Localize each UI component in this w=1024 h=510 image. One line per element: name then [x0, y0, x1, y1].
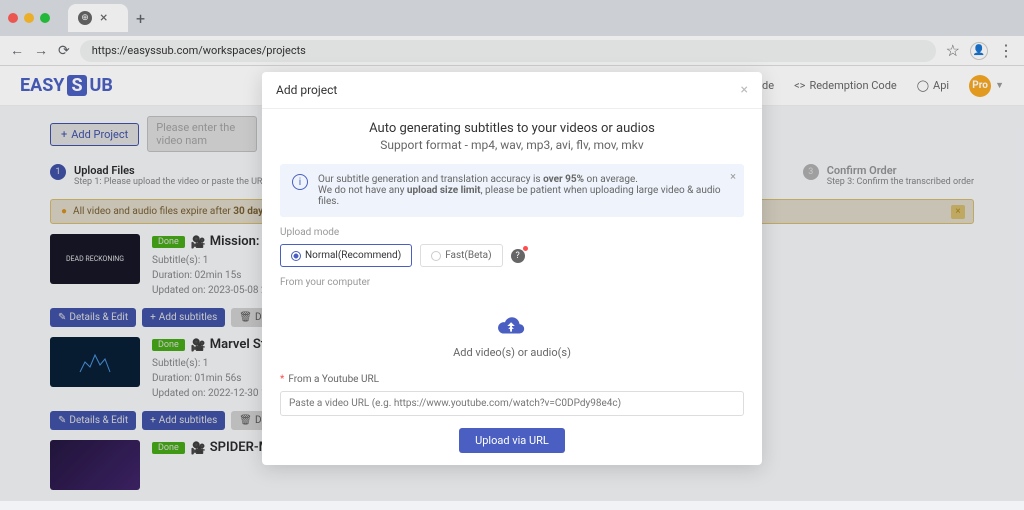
info-close-button[interactable]: ×	[730, 170, 736, 183]
help-icon[interactable]: ?	[511, 249, 525, 263]
radio-icon	[431, 251, 441, 261]
from-computer-label: From your computer	[280, 277, 744, 288]
info-icon: i	[292, 174, 308, 190]
youtube-url-input[interactable]	[280, 391, 744, 416]
cloud-upload-icon	[497, 314, 527, 340]
upload-text: Add video(s) or audio(s)	[280, 346, 744, 359]
modal-overlay[interactable]: Add project × Auto generating subtitles …	[0, 0, 1024, 501]
modal-title: Add project	[276, 83, 337, 97]
upload-dropzone[interactable]: Add video(s) or audio(s)	[280, 294, 744, 374]
info-banner: i Our subtitle generation and translatio…	[280, 164, 744, 217]
modal-close-button[interactable]: ×	[741, 82, 748, 98]
upload-mode-label: Upload mode	[280, 227, 744, 238]
modal-subheading: Support format - mp4, wav, mp3, avi, flv…	[280, 138, 744, 152]
notification-dot	[523, 246, 528, 251]
upload-via-url-button[interactable]: Upload via URL	[459, 428, 565, 453]
upload-mode-fast[interactable]: Fast(Beta)	[420, 244, 502, 267]
add-project-modal: Add project × Auto generating subtitles …	[262, 72, 762, 465]
upload-mode-normal[interactable]: Normal(Recommend)	[280, 244, 412, 267]
radio-icon	[291, 251, 301, 261]
from-url-label: *From a Youtube URL	[280, 374, 744, 385]
modal-heading: Auto generating subtitles to your videos…	[280, 121, 744, 136]
